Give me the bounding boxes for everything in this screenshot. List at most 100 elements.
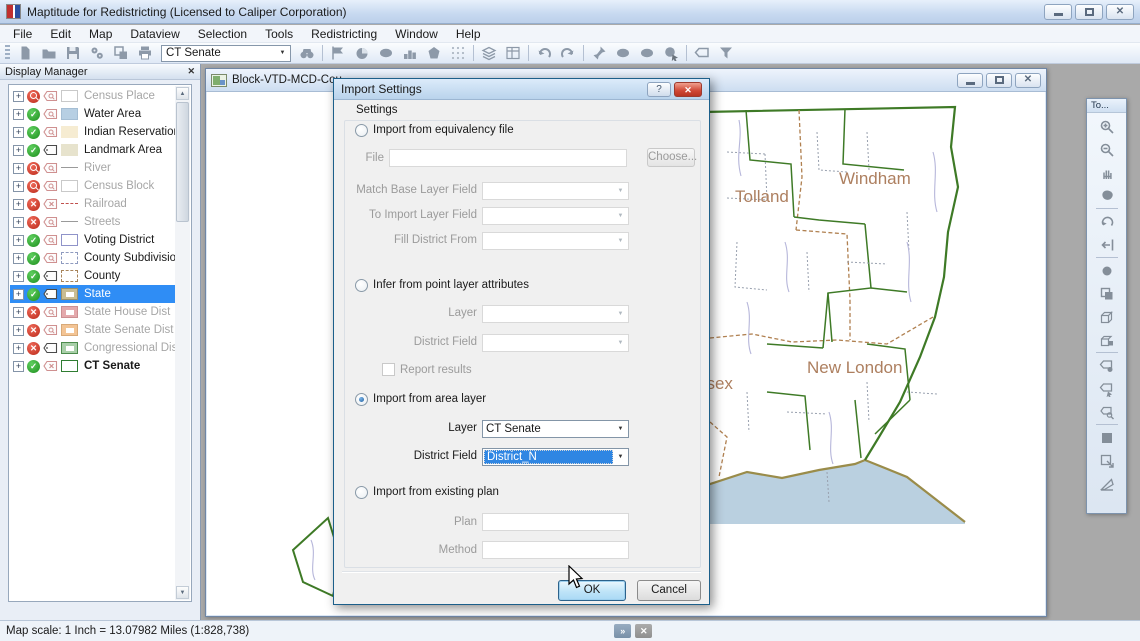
menu-file[interactable]: File xyxy=(4,25,41,43)
label-tag-icon[interactable] xyxy=(43,216,58,228)
layer-style-swatch[interactable] xyxy=(61,198,78,210)
hidden-x-icon[interactable]: ✕ xyxy=(27,216,40,229)
layer-style-swatch[interactable] xyxy=(61,342,78,354)
layer-style-swatch[interactable] xyxy=(61,324,78,336)
layer-row-river[interactable]: +River xyxy=(10,159,175,177)
visible-check-icon[interactable]: ✓ xyxy=(27,270,40,283)
expand-plus-icon[interactable]: + xyxy=(13,91,24,102)
help-icon[interactable]: ? xyxy=(647,82,671,97)
label-tag-icon[interactable] xyxy=(43,144,58,156)
layer-list-scrollbar[interactable]: ▲ ▼ xyxy=(175,86,190,600)
display-manager-header[interactable]: Display Manager ✕ xyxy=(0,64,200,80)
tool-button-filled-square[interactable] xyxy=(1094,426,1120,449)
expand-plus-icon[interactable]: + xyxy=(13,361,24,372)
scroll-up-icon[interactable]: ▲ xyxy=(176,87,189,100)
toolbar-button-undo[interactable] xyxy=(532,44,556,63)
toolbar-button-copy-shapes[interactable] xyxy=(109,44,133,63)
label-tag-icon[interactable] xyxy=(43,198,58,210)
layer-style-swatch[interactable] xyxy=(61,270,78,282)
expand-plus-icon[interactable]: + xyxy=(13,127,24,138)
radio-label-area-layer[interactable]: Import from area layer xyxy=(373,393,486,405)
toolbar-button-dot-grid[interactable] xyxy=(446,44,470,63)
expand-plus-icon[interactable]: + xyxy=(13,109,24,120)
toolbar-button-dataview[interactable] xyxy=(501,44,525,63)
layer-row-state[interactable]: +✓State xyxy=(10,285,175,303)
layer-row-streets[interactable]: +✕Streets xyxy=(10,213,175,231)
expand-plus-icon[interactable]: + xyxy=(13,235,24,246)
layer-row-indian-reservation[interactable]: +✓Indian Reservation xyxy=(10,123,175,141)
layer-row-landmark-area[interactable]: +✓Landmark Area xyxy=(10,141,175,159)
expand-plus-icon[interactable]: + xyxy=(13,145,24,156)
toolbar-button-oval[interactable] xyxy=(374,44,398,63)
tool-button-pan-hand[interactable] xyxy=(1094,161,1120,184)
label-tag-icon[interactable] xyxy=(43,342,58,354)
visible-check-icon[interactable]: ✓ xyxy=(27,144,40,157)
menu-selection[interactable]: Selection xyxy=(189,25,256,43)
layer-style-swatch[interactable] xyxy=(61,234,78,246)
tools-palette-title[interactable]: To... xyxy=(1087,99,1126,113)
radio-import-existing-plan[interactable] xyxy=(355,486,368,499)
radio-infer-point-layer[interactable] xyxy=(355,279,368,292)
layer-style-swatch[interactable] xyxy=(61,144,78,156)
toolbar-button-print[interactable] xyxy=(133,44,157,63)
hidden-x-icon[interactable]: ✕ xyxy=(27,306,40,319)
dialog-titlebar[interactable]: Import Settings ? ✕ xyxy=(334,79,709,100)
toolbar-button-new-document[interactable] xyxy=(13,44,37,63)
tool-button-zoom-in[interactable] xyxy=(1094,115,1120,138)
expand-plus-icon[interactable]: + xyxy=(13,253,24,264)
area-district-field-combo[interactable]: District_N▼ xyxy=(482,448,629,466)
tool-button-copy-areas[interactable] xyxy=(1094,282,1120,305)
tool-button-select-shape[interactable] xyxy=(1094,184,1120,207)
tool-button-tag-target[interactable] xyxy=(1094,354,1120,377)
expand-plus-icon[interactable]: + xyxy=(13,199,24,210)
visible-check-icon[interactable]: ✓ xyxy=(27,108,40,121)
label-tag-icon[interactable] xyxy=(43,180,58,192)
layer-style-swatch[interactable] xyxy=(61,360,78,372)
expand-plus-icon[interactable]: + xyxy=(13,181,24,192)
toolbar-button-layers[interactable] xyxy=(477,44,501,63)
expand-plus-icon[interactable]: + xyxy=(13,271,24,282)
label-tag-icon[interactable] xyxy=(43,288,58,300)
expand-plus-icon[interactable]: + xyxy=(13,217,24,228)
toolbar-button-pin[interactable] xyxy=(587,44,611,63)
tool-button-tag-query[interactable] xyxy=(1094,400,1120,423)
toolbar-button-tag[interactable] xyxy=(690,44,714,63)
tool-button-measure[interactable] xyxy=(1094,472,1120,495)
expand-plus-icon[interactable]: + xyxy=(13,163,24,174)
label-tag-icon[interactable] xyxy=(43,108,58,120)
layer-style-swatch[interactable] xyxy=(61,162,78,174)
tool-button-resize-window[interactable] xyxy=(1094,449,1120,472)
map-close-button[interactable]: ✕ xyxy=(1015,73,1041,88)
label-tag-icon[interactable] xyxy=(43,252,58,264)
tool-button-zoom-out[interactable] xyxy=(1094,138,1120,161)
panel-close-icon[interactable]: ✕ xyxy=(187,66,195,77)
zoom-restricted-icon[interactable] xyxy=(27,90,40,103)
tool-button-stack-cubes[interactable] xyxy=(1094,305,1120,328)
toolbar-button-redo[interactable] xyxy=(556,44,580,63)
layer-style-swatch[interactable] xyxy=(61,252,78,264)
active-layer-combo[interactable]: CT Senate▼ xyxy=(161,45,291,62)
menu-map[interactable]: Map xyxy=(80,25,121,43)
menu-window[interactable]: Window xyxy=(386,25,447,43)
tool-button-lock-cubes[interactable] xyxy=(1094,328,1120,351)
hidden-x-icon[interactable]: ✕ xyxy=(27,342,40,355)
layer-row-county-subdivision[interactable]: +✓County Subdivision xyxy=(10,249,175,267)
layer-row-voting-district[interactable]: +✓Voting District xyxy=(10,231,175,249)
visible-check-icon[interactable]: ✓ xyxy=(27,252,40,265)
tool-button-previous-scale[interactable] xyxy=(1094,210,1120,233)
layer-row-ct-senate[interactable]: +✓CT Senate xyxy=(10,357,175,375)
close-button[interactable]: ✕ xyxy=(1106,4,1134,20)
expand-plus-icon[interactable]: + xyxy=(13,289,24,300)
label-tag-icon[interactable] xyxy=(43,234,58,246)
restore-button[interactable] xyxy=(1075,4,1103,20)
hidden-x-icon[interactable]: ✕ xyxy=(27,324,40,337)
area-layer-combo[interactable]: CT Senate▼ xyxy=(482,420,629,438)
expand-plus-icon[interactable]: + xyxy=(13,325,24,336)
visible-check-icon[interactable]: ✓ xyxy=(27,288,40,301)
hidden-x-icon[interactable]: ✕ xyxy=(27,198,40,211)
toolbar-button-pie-chart[interactable] xyxy=(350,44,374,63)
radio-label-equivalency[interactable]: Import from equivalency file xyxy=(373,124,514,136)
layer-style-swatch[interactable] xyxy=(61,306,78,318)
layer-row-census-block[interactable]: +Census Block xyxy=(10,177,175,195)
layer-style-swatch[interactable] xyxy=(61,180,78,192)
